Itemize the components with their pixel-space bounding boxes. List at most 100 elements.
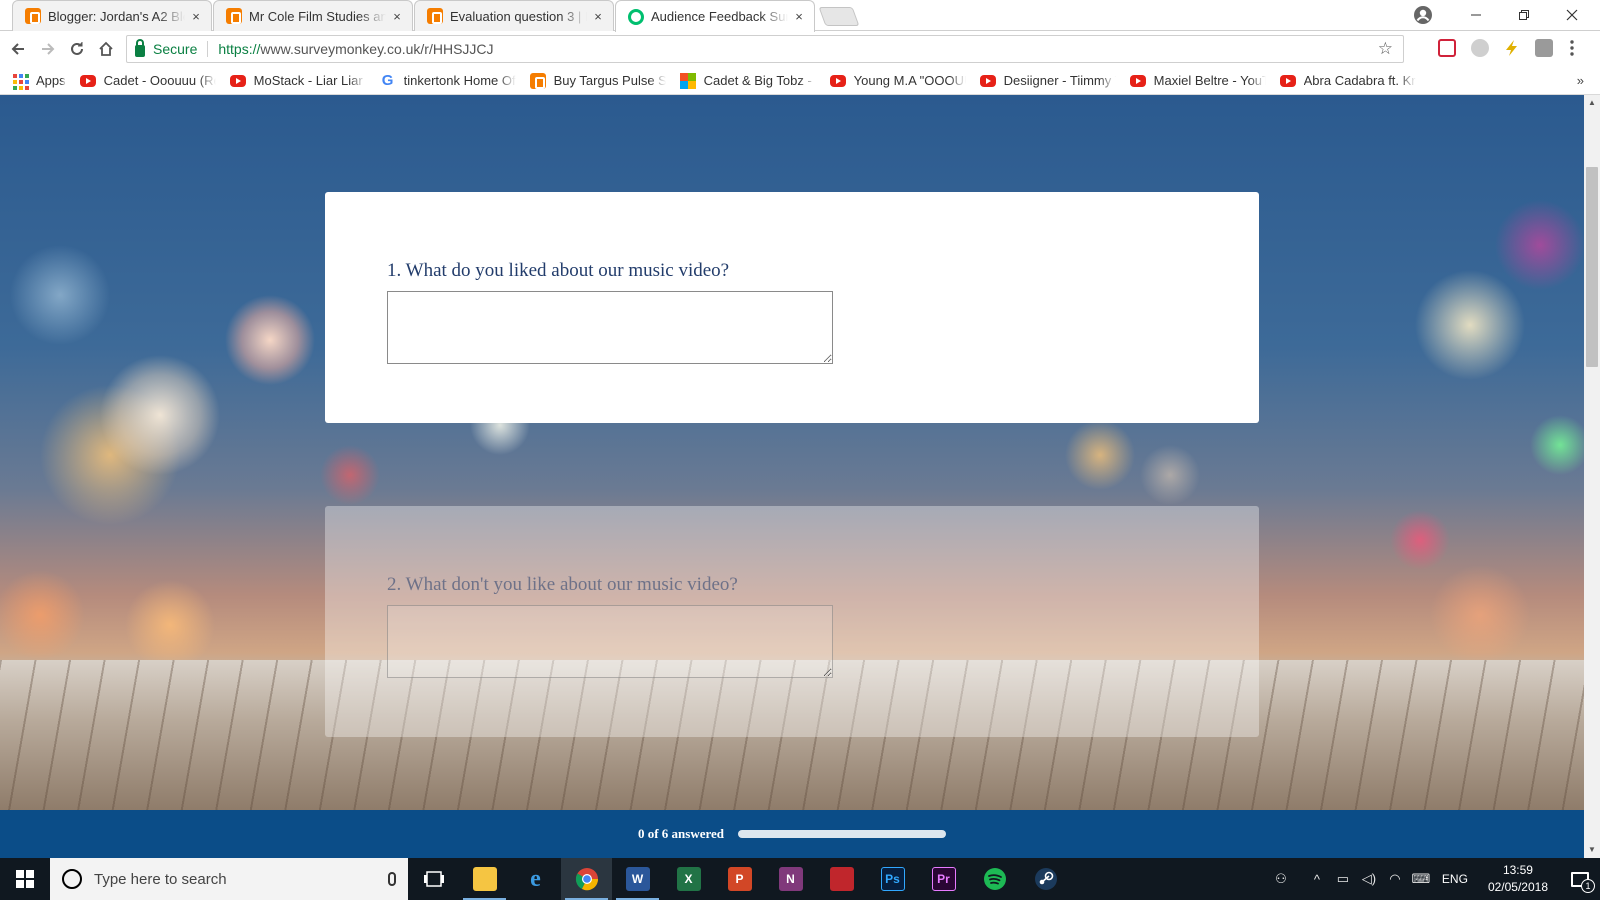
- game-button[interactable]: [816, 858, 867, 900]
- system-tray: ⚇ ^ ▭ ◁) ◠ ⌨ ENG 13:59 02/05/2018 1: [1268, 858, 1600, 900]
- powerpoint-icon: P: [727, 867, 752, 891]
- powerpoint-button[interactable]: P: [714, 858, 765, 900]
- tab-blogger-dashboard[interactable]: Blogger: Jordan's A2 Blog ×: [12, 0, 212, 31]
- file-explorer-button[interactable]: [459, 858, 510, 900]
- chrome-button[interactable]: [561, 858, 612, 900]
- edge-button[interactable]: e: [510, 858, 561, 900]
- url-scheme: https://: [218, 41, 261, 57]
- onenote-icon: N: [778, 867, 803, 891]
- close-icon[interactable]: ×: [390, 9, 404, 24]
- chevron-up-icon[interactable]: ^: [1304, 872, 1330, 887]
- excel-button[interactable]: X: [663, 858, 714, 900]
- keyboard-icon[interactable]: ⌨: [1408, 871, 1434, 887]
- windows-taskbar: Type here to search e W X P N Ps Pr ⚇ ^ …: [0, 858, 1600, 900]
- steam-button[interactable]: [1020, 858, 1071, 900]
- restore-button[interactable]: [1500, 0, 1548, 30]
- taskbar-search[interactable]: Type here to search: [50, 858, 408, 900]
- scroll-down-icon[interactable]: ▼: [1584, 842, 1600, 858]
- minimize-icon: [1471, 14, 1481, 16]
- url-text[interactable]: https://www.surveymonkey.co.uk/r/HHSJJCJ: [218, 41, 493, 57]
- steam-icon: [1034, 868, 1057, 890]
- system-clock[interactable]: 13:59 02/05/2018: [1488, 862, 1548, 896]
- microsoft-icon: [679, 72, 696, 89]
- word-button[interactable]: W: [612, 858, 663, 900]
- skype-extension-icon[interactable]: [1471, 39, 1489, 57]
- action-center-button[interactable]: 1: [1560, 858, 1600, 900]
- tab-audience-feedback[interactable]: Audience Feedback Surve ×: [615, 0, 815, 32]
- word-icon: W: [625, 867, 650, 891]
- youtube-icon: [79, 74, 96, 87]
- page-scrollbar[interactable]: ▲ ▼: [1584, 95, 1600, 858]
- volume-icon[interactable]: ◁): [1356, 871, 1382, 887]
- pocket-extension-icon[interactable]: [1438, 39, 1456, 57]
- excel-icon: X: [676, 867, 701, 891]
- close-icon[interactable]: ×: [591, 9, 605, 24]
- bookmark-star-icon[interactable]: ☆: [1378, 39, 1393, 59]
- notification-icon: 1: [1571, 871, 1595, 893]
- minimize-button[interactable]: [1452, 0, 1500, 30]
- close-window-button[interactable]: [1548, 0, 1596, 30]
- tab-title: Mr Cole Film Studies and: [249, 8, 386, 24]
- progress-label: 0 of 6 answered: [637, 826, 725, 841]
- menu-kebab-icon[interactable]: [1567, 39, 1577, 57]
- address-bar[interactable]: Secure https://www.surveymonkey.co.uk/r/…: [126, 35, 1404, 63]
- close-icon[interactable]: ×: [189, 9, 203, 24]
- bookmark-item[interactable]: Buy Targus Pulse Sle: [529, 72, 666, 89]
- close-window-icon: [1566, 9, 1578, 21]
- bookmarks-overflow-button[interactable]: »: [1577, 73, 1584, 88]
- tab-film-studies[interactable]: Mr Cole Film Studies and ×: [213, 0, 413, 31]
- answer-textarea-1[interactable]: [387, 291, 833, 364]
- scroll-up-icon[interactable]: ▲: [1584, 95, 1600, 111]
- answer-textarea-2[interactable]: [387, 605, 833, 678]
- tab-title: Blogger: Jordan's A2 Blog: [48, 8, 185, 24]
- start-button[interactable]: [0, 858, 50, 900]
- browser-chrome: Blogger: Jordan's A2 Blog × Mr Cole Film…: [0, 0, 1600, 95]
- onenote-button[interactable]: N: [765, 858, 816, 900]
- forward-arrow-icon: [42, 43, 55, 55]
- chrome-icon: [575, 868, 598, 891]
- premiere-button[interactable]: Pr: [918, 858, 969, 900]
- spotify-button[interactable]: [969, 858, 1020, 900]
- bookmark-item[interactable]: Cadet - Ooouuu (Re: [79, 73, 216, 88]
- restore-icon: [1519, 10, 1529, 20]
- photoshop-button[interactable]: Ps: [867, 858, 918, 900]
- people-icon[interactable]: ⚇: [1268, 871, 1294, 887]
- scroll-thumb[interactable]: [1586, 167, 1598, 367]
- blogger-icon: [427, 8, 443, 24]
- profile-icon[interactable]: [1413, 5, 1433, 25]
- bookmark-item[interactable]: Desiigner - Tiimmy T: [979, 73, 1116, 88]
- forward-button[interactable]: [36, 37, 60, 61]
- bookmark-item[interactable]: Gtinkertonk Home Off: [380, 72, 516, 89]
- bookmark-apps[interactable]: Apps: [12, 73, 66, 90]
- youtube-icon: [229, 74, 246, 87]
- tab-evaluation-question[interactable]: Evaluation question 3 | D ×: [414, 0, 614, 31]
- bookmark-item[interactable]: MoStack - Liar Liar R: [229, 73, 366, 88]
- bookmark-item[interactable]: Maxiel Beltre - YouTu: [1129, 73, 1266, 88]
- battery-icon[interactable]: ▭: [1330, 871, 1356, 887]
- youtube-icon: [1279, 74, 1296, 87]
- bookmark-item[interactable]: Young M.A "OOOUU: [829, 73, 966, 88]
- tab-strip: Blogger: Jordan's A2 Blog × Mr Cole Film…: [0, 0, 1600, 32]
- reload-icon: [71, 42, 83, 55]
- close-icon[interactable]: ×: [792, 9, 806, 24]
- spotify-icon: [983, 868, 1006, 890]
- wifi-icon[interactable]: ◠: [1382, 871, 1408, 887]
- task-view-button[interactable]: [408, 858, 459, 900]
- extension-puzzle-icon[interactable]: [1535, 39, 1553, 57]
- search-placeholder: Type here to search: [94, 870, 227, 888]
- surveymonkey-icon: [628, 8, 644, 25]
- home-button[interactable]: [94, 37, 118, 61]
- notification-count: 1: [1581, 878, 1595, 893]
- youtube-icon: [829, 74, 846, 87]
- bookmark-item[interactable]: Cadet & Big Tobz - C: [679, 72, 816, 89]
- file-explorer-icon: [472, 867, 497, 891]
- bookmark-item[interactable]: Abra Cadabra ft. Kre: [1279, 73, 1416, 88]
- apps-grid-icon: [12, 73, 29, 90]
- new-tab-button[interactable]: [818, 7, 860, 26]
- lightning-extension-icon[interactable]: [1503, 39, 1521, 57]
- back-button[interactable]: [6, 37, 30, 61]
- microphone-icon[interactable]: [388, 872, 396, 886]
- reload-button[interactable]: [65, 37, 89, 61]
- language-indicator[interactable]: ENG: [1442, 872, 1468, 886]
- youtube-icon: [1129, 74, 1146, 87]
